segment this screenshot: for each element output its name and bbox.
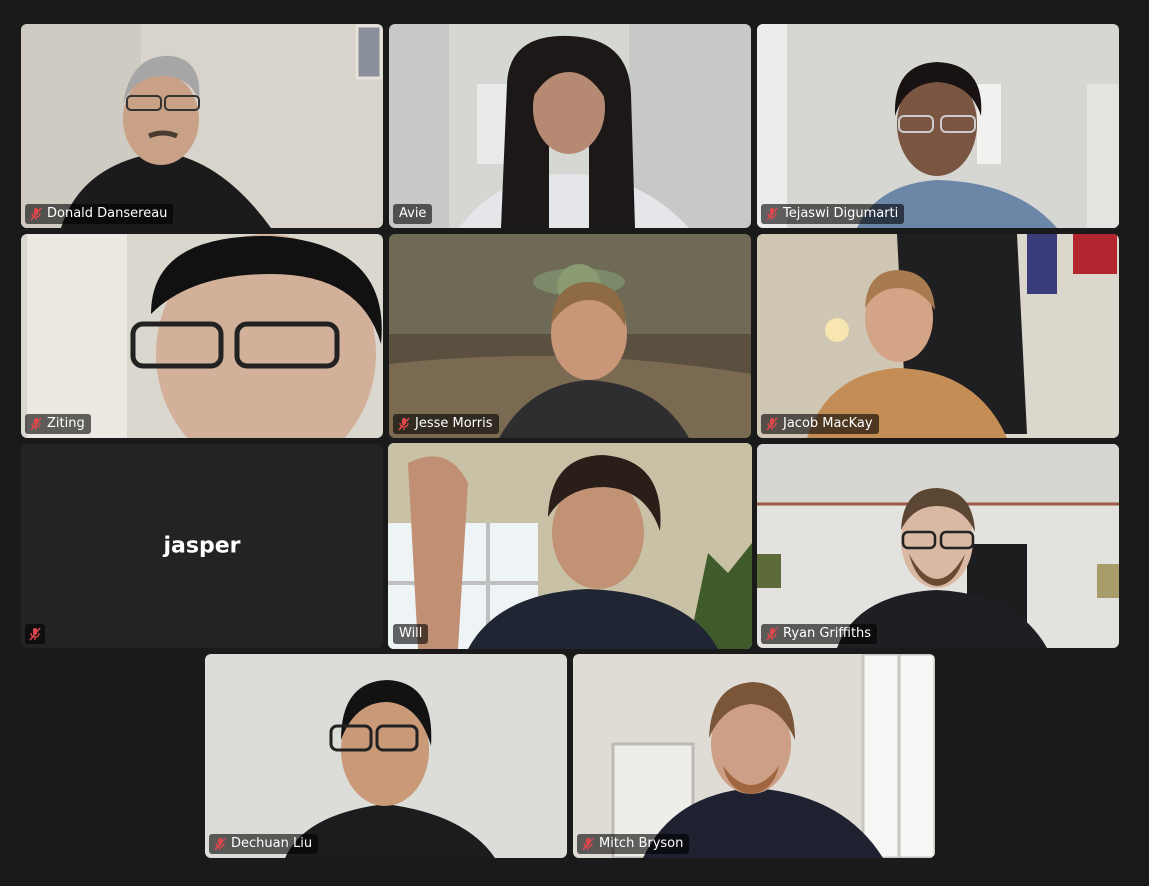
microphone-muted-icon — [765, 627, 779, 641]
participant-tile-will[interactable]: Will — [388, 443, 752, 649]
participant-name-badge: Ryan Griffiths — [761, 624, 878, 644]
video-feed — [21, 234, 383, 438]
participant-name-badge: Dechuan Liu — [209, 834, 319, 854]
microphone-muted-icon — [29, 207, 43, 221]
microphone-muted-icon — [765, 417, 779, 431]
video-feed — [573, 654, 935, 858]
participant-tile-donald-dansereau[interactable]: Donald Dansereau — [21, 24, 383, 228]
video-feed — [389, 24, 751, 228]
participant-name: Avie — [399, 206, 427, 221]
participant-tile-mitch-bryson[interactable]: Mitch Bryson — [573, 654, 935, 858]
participant-name: Jesse Morris — [415, 416, 493, 431]
microphone-muted-icon — [28, 627, 42, 641]
microphone-muted-icon — [29, 417, 43, 431]
participant-display-name: jasper — [163, 533, 241, 559]
microphone-muted-icon — [765, 207, 779, 221]
participant-tile-jasper[interactable]: jasper — [21, 444, 383, 648]
microphone-muted-icon — [581, 837, 595, 851]
video-feed — [388, 443, 752, 649]
video-feed — [21, 24, 383, 228]
participant-name-badge: Tejaswi Digumarti — [761, 204, 905, 224]
participant-tile-ryan-griffiths[interactable]: Ryan Griffiths — [757, 444, 1119, 648]
participant-tile-jesse-morris[interactable]: Jesse Morris — [389, 234, 751, 438]
microphone-muted-icon — [397, 417, 411, 431]
participant-name: Ziting — [47, 416, 85, 431]
video-feed — [757, 234, 1119, 438]
participant-name: Jacob MacKay — [783, 416, 873, 431]
video-feed — [757, 24, 1119, 228]
participant-name-badge: Avie — [393, 204, 433, 224]
participant-name-badge: Jacob MacKay — [761, 414, 879, 434]
video-feed — [757, 444, 1119, 648]
participant-name-badge — [25, 624, 45, 644]
participant-name-badge: Will — [393, 624, 429, 644]
participant-name-badge: Donald Dansereau — [25, 204, 174, 224]
participant-name: Will — [399, 626, 423, 641]
participant-name: Mitch Bryson — [599, 836, 684, 851]
participant-tile-tejaswi-digumarti[interactable]: Tejaswi Digumarti — [757, 24, 1119, 228]
microphone-muted-icon — [213, 837, 227, 851]
participant-tile-dechuan-liu[interactable]: Dechuan Liu — [205, 654, 567, 858]
participant-tile-ziting[interactable]: Ziting — [21, 234, 383, 438]
participant-tile-avie[interactable]: Avie — [389, 24, 751, 228]
participant-name-badge: Jesse Morris — [393, 414, 499, 434]
participant-name: Ryan Griffiths — [783, 626, 872, 641]
video-feed — [205, 654, 567, 858]
participant-tile-jacob-mackay[interactable]: Jacob MacKay — [757, 234, 1119, 438]
video-feed — [389, 234, 751, 438]
participant-name: Tejaswi Digumarti — [783, 206, 899, 221]
participant-name: Dechuan Liu — [231, 836, 313, 851]
participant-name: Donald Dansereau — [47, 206, 168, 221]
video-grid: Donald Dansereau Avie Tejaswi Digumarti … — [0, 0, 1149, 886]
participant-name-badge: Mitch Bryson — [577, 834, 690, 854]
participant-name-badge: Ziting — [25, 414, 91, 434]
